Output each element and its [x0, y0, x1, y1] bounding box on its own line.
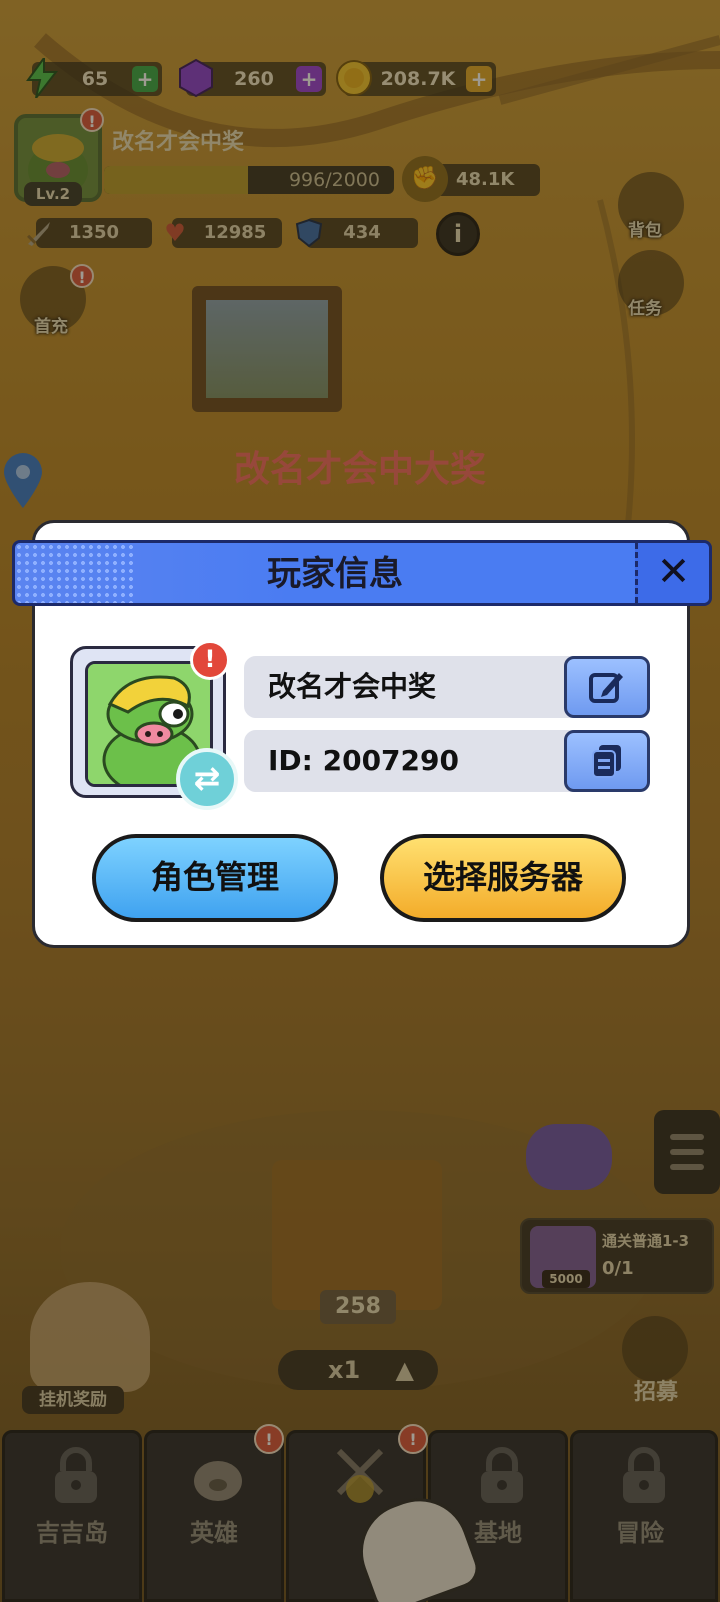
edit-name-button[interactable] [564, 656, 650, 718]
swap-avatar-button[interactable]: ⇄ [176, 748, 238, 810]
close-button[interactable]: ✕ [635, 543, 709, 603]
player-id-field: ID: 2007290 [244, 730, 650, 792]
dialog-title: 玩家信息 [267, 554, 403, 594]
select-server-button[interactable]: 选择服务器 [380, 834, 626, 922]
copy-id-button[interactable] [564, 730, 650, 792]
player-name-value: 改名才会中奖 [268, 670, 437, 703]
player-name-field: 改名才会中奖 [244, 656, 650, 718]
copy-icon [592, 745, 621, 778]
dialog-header: 玩家信息 ✕ [12, 540, 712, 606]
role-management-button[interactable]: 角色管理 [92, 834, 338, 922]
edit-pencil-icon [589, 673, 623, 703]
portrait-alert-badge: ! [190, 640, 230, 680]
player-id-value: ID: 2007290 [268, 744, 459, 777]
